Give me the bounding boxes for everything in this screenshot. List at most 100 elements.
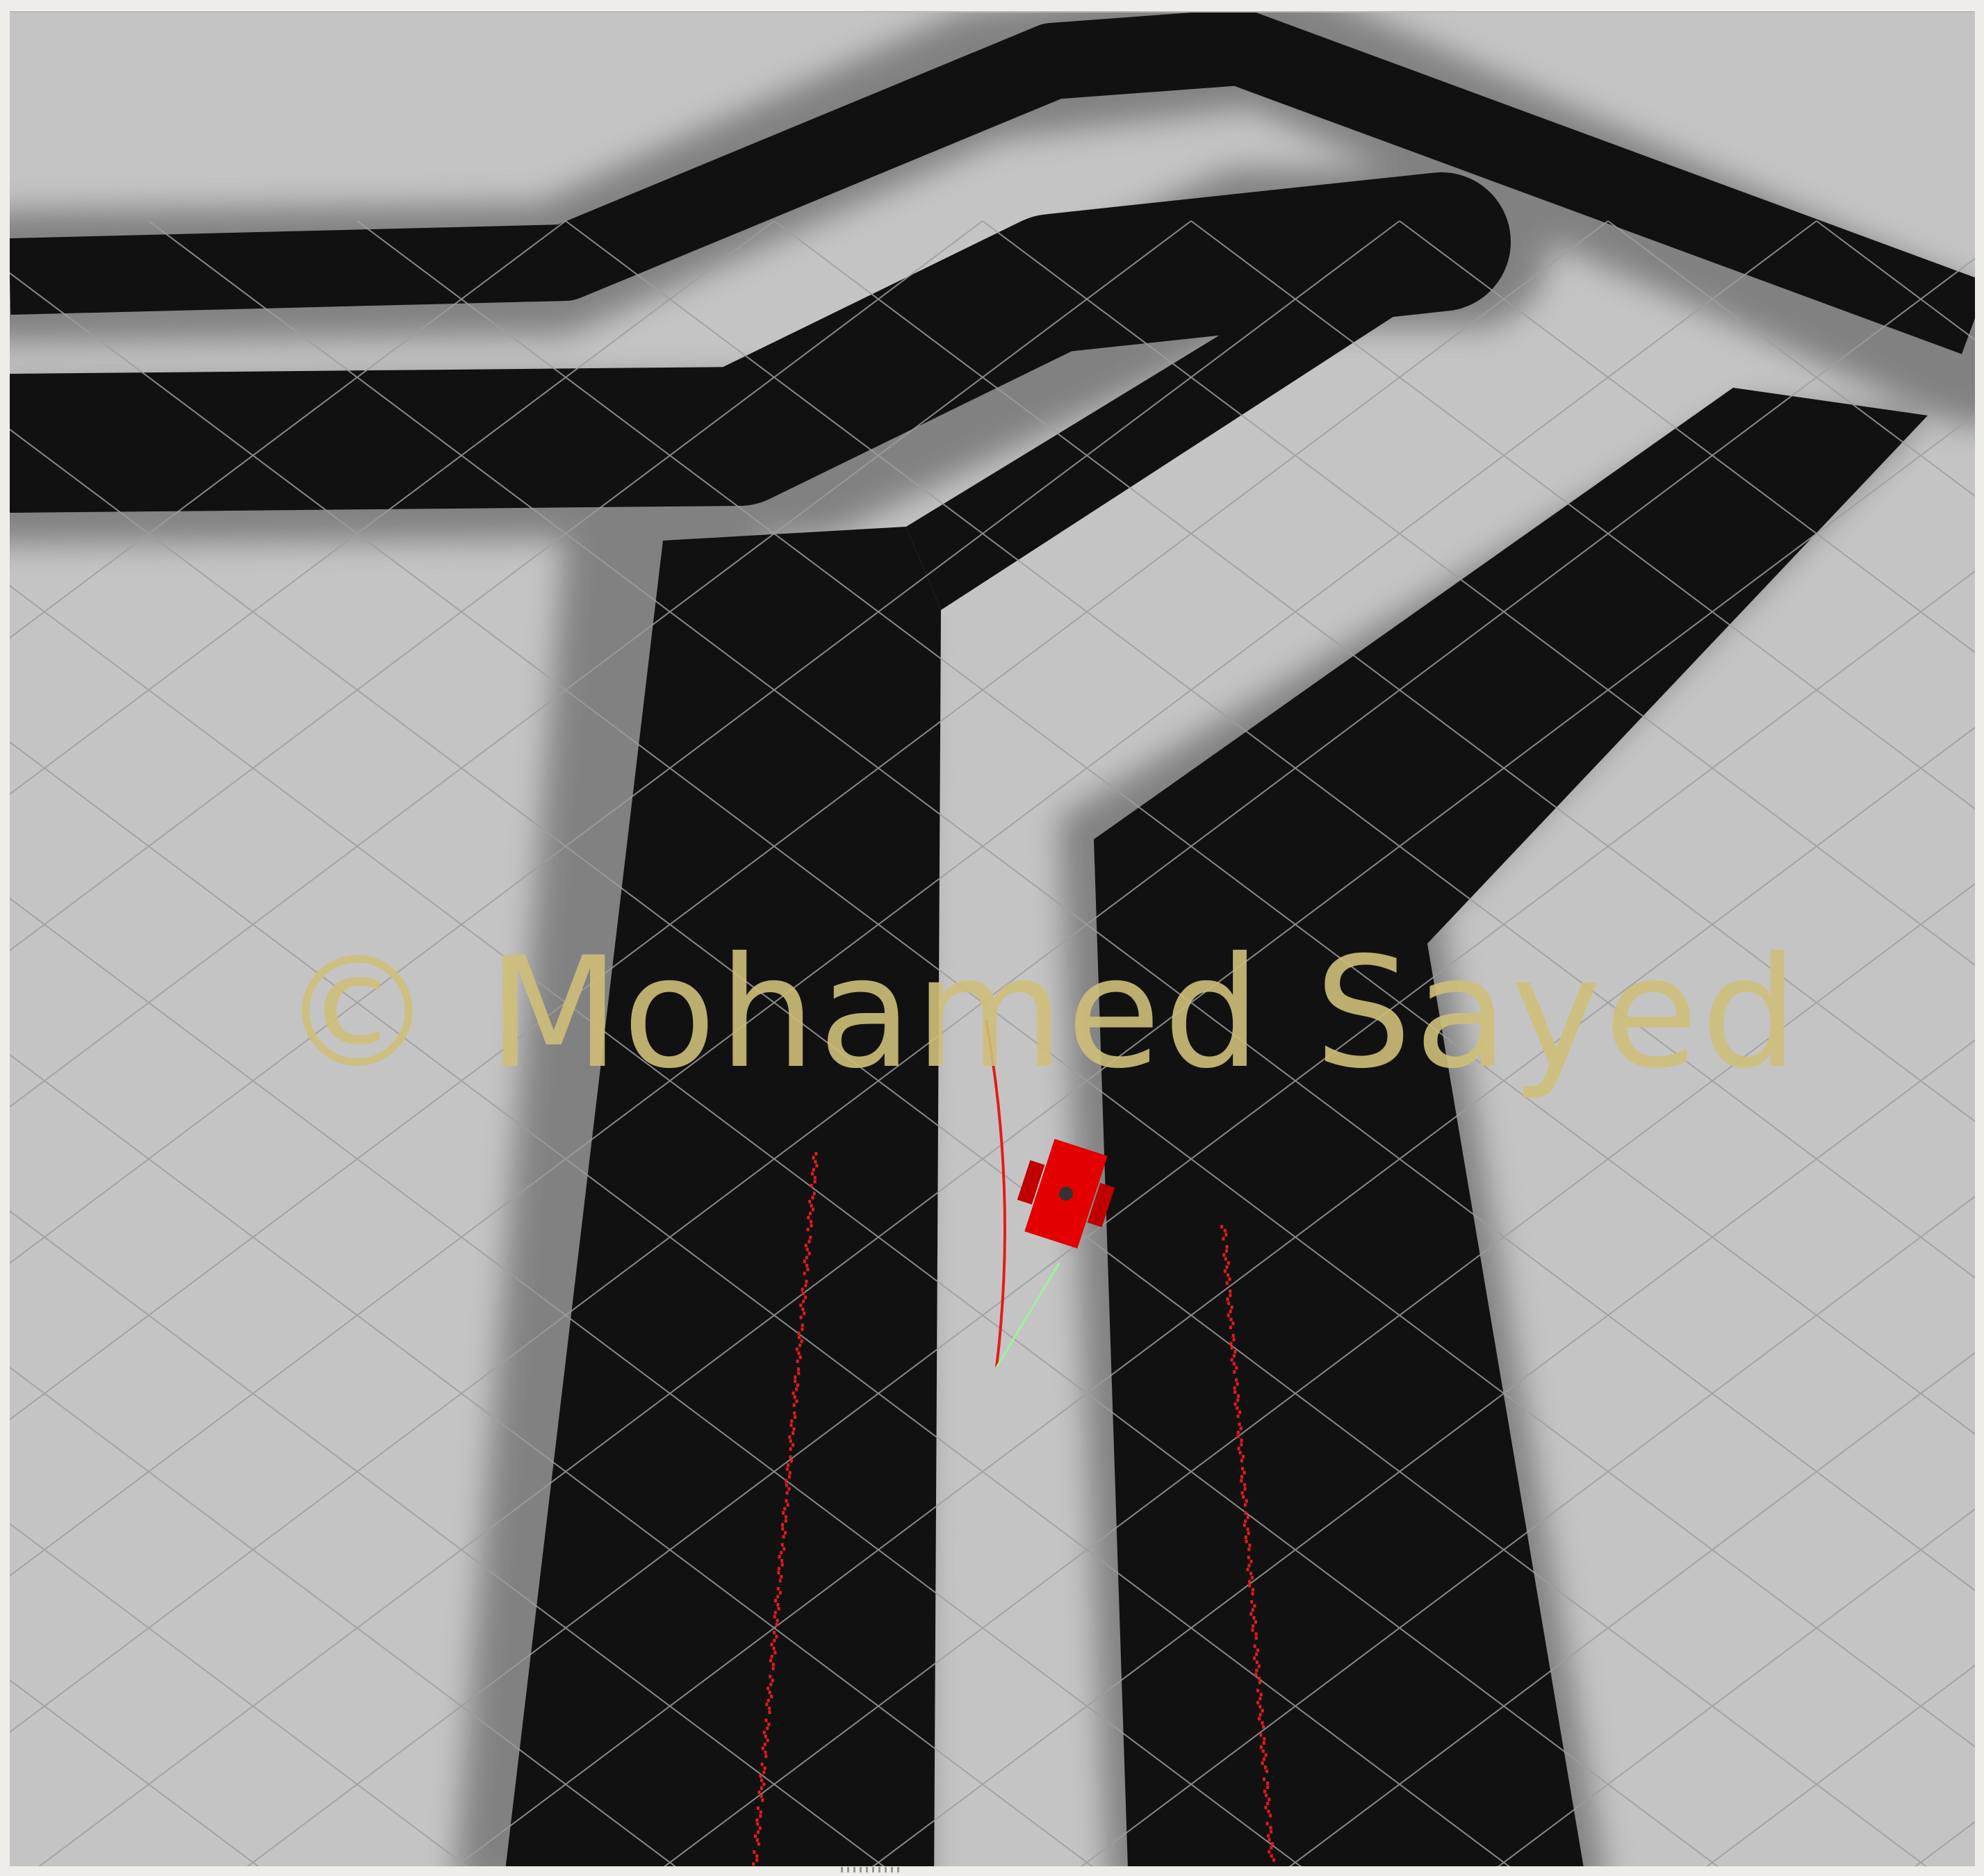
scan-point-5 bbox=[810, 1171, 814, 1176]
scan-point-103 bbox=[776, 1603, 780, 1606]
scan-point-42 bbox=[798, 1335, 801, 1340]
scan-point-157 bbox=[755, 1838, 759, 1842]
map-scene[interactable] bbox=[10, 13, 1975, 1866]
scan-point-177 bbox=[1225, 1281, 1229, 1285]
scan-point-164 bbox=[1220, 1225, 1224, 1228]
scan-point-145 bbox=[760, 1786, 763, 1791]
scan-point-245 bbox=[1248, 1583, 1252, 1588]
scan-point-137 bbox=[764, 1750, 767, 1754]
scan-point-21 bbox=[804, 1244, 807, 1248]
scan-point-255 bbox=[1251, 1628, 1254, 1632]
scan-point-111 bbox=[773, 1638, 776, 1643]
scan-point-112 bbox=[770, 1643, 773, 1647]
scan-point-282 bbox=[1261, 1749, 1265, 1753]
scan-point-110 bbox=[775, 1634, 778, 1638]
scan-point-56 bbox=[793, 1395, 796, 1399]
scan-point-222 bbox=[1243, 1483, 1247, 1487]
scan-point-9 bbox=[812, 1192, 816, 1196]
scan-point-140 bbox=[763, 1766, 766, 1770]
scan-point-109 bbox=[773, 1631, 776, 1635]
scan-point-119 bbox=[769, 1675, 772, 1679]
scan-point-186 bbox=[1231, 1322, 1235, 1326]
scan-point-283 bbox=[1264, 1753, 1268, 1757]
scan-point-244 bbox=[1247, 1579, 1251, 1583]
scan-point-71 bbox=[787, 1463, 790, 1467]
scan-point-58 bbox=[792, 1403, 796, 1407]
scan-point-188 bbox=[1231, 1333, 1235, 1338]
map-viewport[interactable]: © Mohamed Sayed bbox=[10, 11, 1975, 1866]
scan-point-31 bbox=[801, 1287, 804, 1292]
scan-point-173 bbox=[1225, 1265, 1229, 1269]
scan-point-34 bbox=[802, 1299, 805, 1303]
scan-point-176 bbox=[1228, 1277, 1231, 1281]
scan-point-258 bbox=[1253, 1644, 1256, 1648]
scan-point-51 bbox=[794, 1375, 797, 1379]
scan-point-159 bbox=[753, 1850, 756, 1854]
scan-point-297 bbox=[1269, 1813, 1272, 1818]
scan-point-12 bbox=[810, 1203, 813, 1208]
scan-point-73 bbox=[788, 1471, 792, 1475]
scan-point-212 bbox=[1240, 1438, 1243, 1442]
scan-point-183 bbox=[1229, 1309, 1232, 1313]
scan-point-230 bbox=[1244, 1519, 1247, 1523]
scan-point-162 bbox=[752, 1862, 755, 1866]
scan-point-240 bbox=[1247, 1563, 1251, 1568]
scan-point-254 bbox=[1252, 1624, 1255, 1628]
scan-point-7 bbox=[813, 1180, 817, 1184]
scan-point-209 bbox=[1239, 1426, 1243, 1431]
scan-point-93 bbox=[780, 1558, 784, 1563]
scan-point-154 bbox=[758, 1826, 762, 1830]
scan-point-207 bbox=[1236, 1414, 1240, 1418]
scan-point-40 bbox=[801, 1327, 804, 1331]
scan-point-234 bbox=[1244, 1536, 1247, 1539]
scan-point-238 bbox=[1247, 1556, 1250, 1559]
scan-point-113 bbox=[772, 1647, 776, 1651]
scan-point-150 bbox=[759, 1810, 762, 1814]
scan-point-124 bbox=[770, 1695, 773, 1699]
scan-point-189 bbox=[1232, 1338, 1236, 1342]
scan-point-224 bbox=[1240, 1491, 1244, 1495]
scan-point-263 bbox=[1257, 1664, 1261, 1668]
scan-point-182 bbox=[1230, 1306, 1233, 1310]
scan-point-241 bbox=[1246, 1568, 1249, 1572]
resize-grip-icon[interactable] bbox=[841, 1867, 903, 1873]
scan-point-280 bbox=[1262, 1741, 1265, 1745]
grid-line-36 bbox=[1915, 1820, 1975, 1866]
scan-point-35 bbox=[799, 1303, 803, 1308]
scan-point-172 bbox=[1227, 1261, 1230, 1265]
scan-point-246 bbox=[1252, 1588, 1254, 1592]
scan-point-216 bbox=[1242, 1454, 1245, 1458]
scan-point-292 bbox=[1265, 1793, 1268, 1797]
scan-point-291 bbox=[1263, 1789, 1266, 1793]
scan-point-142 bbox=[759, 1774, 762, 1778]
scan-point-251 bbox=[1249, 1612, 1253, 1616]
scan-point-43 bbox=[800, 1339, 803, 1343]
scan-point-87 bbox=[784, 1531, 787, 1535]
scan-point-257 bbox=[1254, 1636, 1258, 1640]
scan-point-303 bbox=[1271, 1842, 1274, 1846]
scan-point-47 bbox=[798, 1355, 802, 1359]
scan-point-26 bbox=[805, 1263, 809, 1267]
scan-point-121 bbox=[769, 1682, 773, 1686]
scan-point-265 bbox=[1254, 1672, 1258, 1677]
scan-point-78 bbox=[785, 1491, 789, 1495]
scan-point-134 bbox=[766, 1738, 769, 1743]
scan-point-88 bbox=[782, 1535, 785, 1539]
scan-point-202 bbox=[1237, 1394, 1240, 1398]
scan-point-210 bbox=[1236, 1431, 1240, 1435]
scan-point-60 bbox=[794, 1415, 797, 1419]
scan-point-293 bbox=[1268, 1797, 1271, 1802]
scan-point-228 bbox=[1244, 1511, 1247, 1515]
scan-point-305 bbox=[1268, 1850, 1271, 1854]
scan-point-4 bbox=[812, 1168, 815, 1171]
scan-point-252 bbox=[1252, 1616, 1256, 1620]
scan-point-129 bbox=[764, 1718, 768, 1722]
scan-point-41 bbox=[797, 1331, 801, 1335]
scan-point-200 bbox=[1233, 1386, 1236, 1390]
scan-point-38 bbox=[799, 1315, 803, 1319]
scan-point-201 bbox=[1233, 1390, 1237, 1394]
scan-point-262 bbox=[1255, 1660, 1259, 1664]
scan-point-235 bbox=[1245, 1539, 1248, 1543]
scan-point-298 bbox=[1265, 1822, 1269, 1826]
scan-point-37 bbox=[803, 1311, 806, 1315]
